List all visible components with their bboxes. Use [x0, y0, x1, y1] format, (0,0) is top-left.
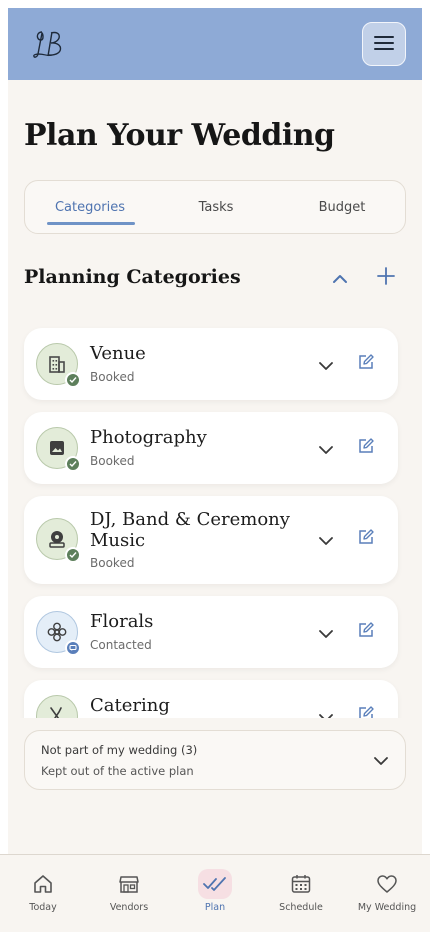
store-icon — [112, 869, 146, 899]
category-list[interactable]: Venue Booked Photography Booked DJ, Band… — [8, 320, 422, 718]
nav-label: My Wedding — [357, 902, 417, 913]
category-status: Booked — [90, 454, 135, 468]
tab-categories[interactable]: Categories — [25, 181, 155, 233]
tab-label: Categories — [54, 199, 126, 215]
chevron-down-icon[interactable] — [371, 751, 391, 771]
edit-button[interactable] — [356, 529, 376, 549]
edit-icon — [358, 622, 374, 642]
edit-button[interactable] — [356, 354, 376, 374]
edit-button[interactable] — [356, 438, 376, 458]
tab-tasks[interactable]: Tasks — [151, 181, 281, 233]
hamburger-icon — [374, 35, 394, 54]
category-card-photography[interactable]: Photography Booked — [24, 412, 398, 484]
edit-icon — [358, 706, 374, 718]
tab-label: Budget — [318, 199, 366, 215]
nav-schedule[interactable]: Schedule — [261, 869, 341, 919]
chevron-down-icon — [319, 707, 333, 718]
check-icon — [65, 547, 81, 563]
plan-tabs: Categories Tasks Budget — [24, 180, 406, 234]
not-part-of-wedding-panel[interactable]: Not part of my wedding (3) Kept out of t… — [24, 730, 406, 790]
chevron-down-icon — [319, 355, 333, 374]
nav-today[interactable]: Today — [3, 869, 83, 919]
menu-button[interactable] — [362, 22, 406, 66]
chevron-down-icon — [319, 623, 333, 642]
check-icon — [65, 456, 81, 472]
nav-plan[interactable]: Plan — [175, 869, 255, 919]
home-icon — [26, 869, 60, 899]
chevron-down-icon — [319, 439, 333, 458]
nav-vendors[interactable]: Vendors — [89, 869, 169, 919]
nav-my-wedding[interactable]: My Wedding — [347, 869, 427, 919]
monogram-logo[interactable] — [28, 24, 72, 64]
category-name: Florals — [90, 611, 154, 632]
category-card-catering[interactable]: Catering — [24, 680, 398, 718]
app-screen: Plan Your Wedding Categories Tasks Budge… — [8, 8, 422, 854]
edit-icon — [358, 354, 374, 374]
chevron-down-icon — [319, 530, 333, 549]
chevron-up-icon — [332, 269, 348, 288]
category-status: Booked — [90, 556, 135, 570]
expand-button[interactable] — [316, 529, 336, 549]
nav-label: Plan — [204, 902, 226, 913]
bottom-navigation: Today Vendors Plan Schedule My Wedding — [0, 854, 430, 932]
not-part-title: Not part of my wedding (3) — [41, 743, 198, 757]
category-card-music[interactable]: DJ, Band & Ceremony Music Booked — [24, 496, 398, 584]
expand-button[interactable] — [316, 622, 336, 642]
expand-button[interactable] — [316, 706, 336, 718]
not-part-subtitle: Kept out of the active plan — [41, 764, 194, 778]
nav-label: Vendors — [109, 902, 149, 913]
app-header — [8, 8, 422, 80]
category-card-venue[interactable]: Venue Booked — [24, 328, 398, 400]
check-icon — [65, 372, 81, 388]
expand-button[interactable] — [316, 354, 336, 374]
collapse-all-button[interactable] — [326, 266, 354, 290]
edit-button[interactable] — [356, 622, 376, 642]
expand-button[interactable] — [316, 438, 336, 458]
category-name: Catering — [90, 695, 170, 716]
active-tab-indicator — [47, 222, 135, 225]
category-card-florals[interactable]: Florals Contacted — [24, 596, 398, 668]
category-name: DJ, Band & Ceremony Music — [90, 509, 290, 551]
fork-knife-icon — [36, 695, 78, 718]
building-icon — [36, 343, 81, 388]
edit-button[interactable] — [356, 706, 376, 718]
page-title: Plan Your Wedding — [24, 118, 335, 153]
image-icon — [36, 427, 81, 472]
category-name: Photography — [90, 427, 207, 448]
tab-label: Tasks — [198, 199, 234, 215]
nav-label: Schedule — [279, 902, 323, 913]
calendar-icon — [284, 869, 318, 899]
flower-icon — [36, 611, 81, 656]
add-category-button[interactable] — [372, 266, 400, 290]
heart-icon — [370, 869, 404, 899]
category-status: Contacted — [90, 638, 152, 652]
plus-icon — [377, 267, 395, 289]
section-title: Planning Categories — [24, 266, 241, 288]
nav-label: Today — [29, 902, 57, 913]
edit-icon — [358, 438, 374, 458]
double-check-icon — [198, 869, 232, 899]
tab-budget[interactable]: Budget — [277, 181, 407, 233]
chat-icon — [65, 640, 81, 656]
edit-icon — [358, 529, 374, 549]
category-status: Booked — [90, 370, 135, 384]
speaker-icon — [36, 518, 81, 563]
category-name: Venue — [90, 343, 146, 364]
